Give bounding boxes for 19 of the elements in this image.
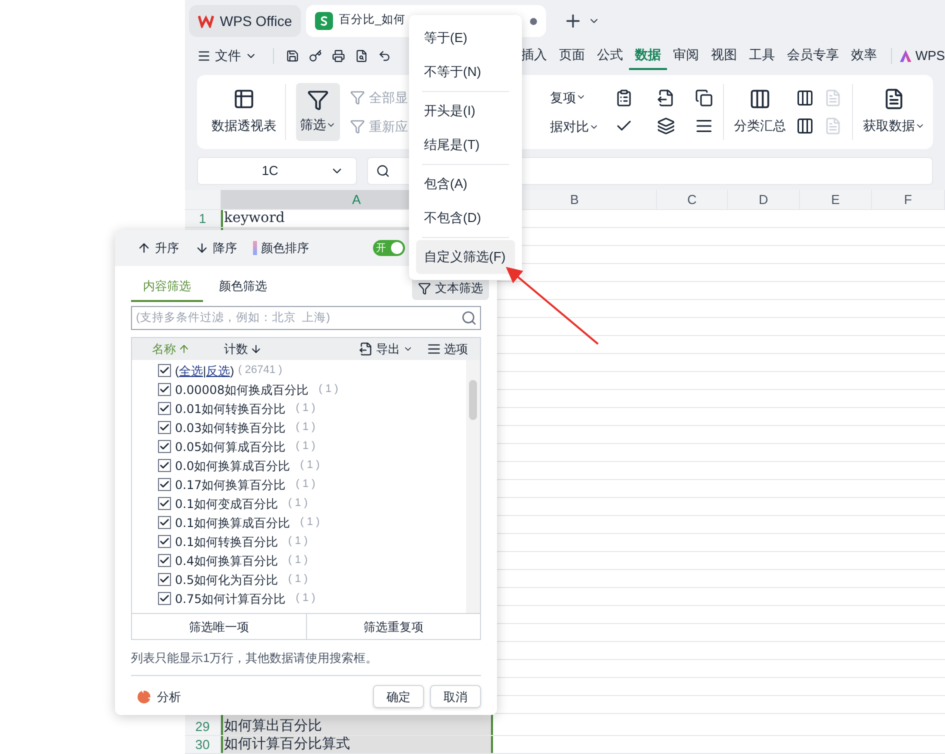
item-count: ( 1 ) xyxy=(296,439,316,454)
paren-text: ( xyxy=(175,362,179,380)
item-count: ( 1 ) xyxy=(288,572,308,588)
item-count: ( 1 ) xyxy=(296,477,316,492)
item-count: ( 1 ) xyxy=(288,496,308,512)
paren-text: ) xyxy=(230,362,234,380)
tab-label: 百分比_如何 xyxy=(339,12,406,28)
item-count: ( 26741 ) xyxy=(238,363,282,378)
separator-text: | xyxy=(203,362,206,380)
item-count: ( 1 ) xyxy=(318,382,338,398)
item-count: ( 1 ) xyxy=(300,515,320,530)
tab-label: WPS Office xyxy=(220,12,292,30)
item-count: ( 1 ) xyxy=(296,420,316,436)
item-count: ( 1 ) xyxy=(296,591,316,606)
item-count: ( 1 ) xyxy=(300,458,320,474)
item-count: ( 1 ) xyxy=(288,553,308,568)
item-count: ( 1 ) xyxy=(296,401,316,416)
note-text: 列表只能显示1万行，其他数据请使用搜索框。 xyxy=(131,650,379,667)
item-count: ( 1 ) xyxy=(288,534,308,550)
